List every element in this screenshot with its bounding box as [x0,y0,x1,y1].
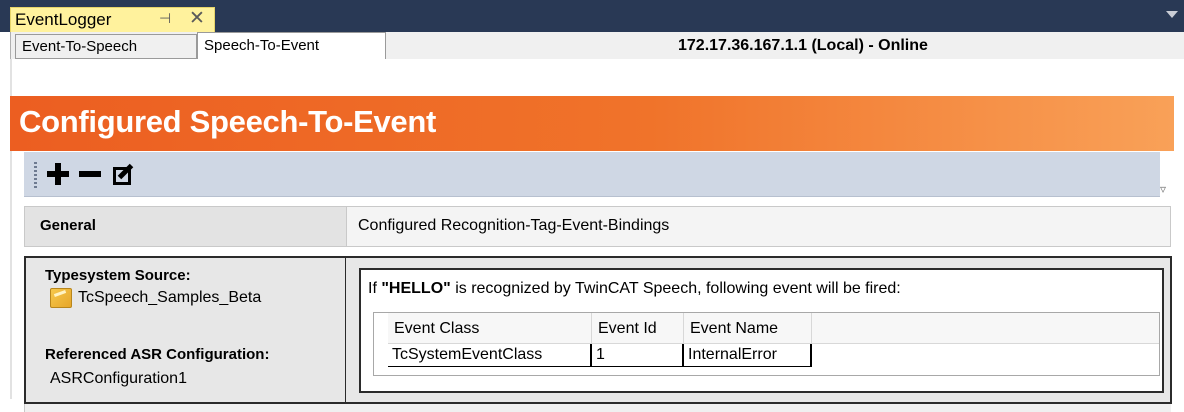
column-header-event-name[interactable]: Event Name [684,313,812,344]
cell-event-name[interactable]: InternalError [684,344,812,366]
cell-event-class[interactable]: TcSystemEventClass [388,344,592,366]
typesystem-source-label: Typesystem Source: [45,267,191,284]
connection-status: 172.17.36.167.1.1 (Local) - Online [678,37,928,54]
typesystem-icon [50,288,72,308]
asr-configuration-label: Referenced ASR Configuration: [45,346,270,363]
page-header: Configured Speech-To-Event [10,96,1174,151]
edit-button[interactable] [110,158,138,190]
minus-icon [79,171,101,177]
close-icon[interactable]: ✕ [189,7,205,30]
bindings-header: Configured Recognition-Tag-Event-Binding… [358,217,670,234]
edit-icon [113,163,135,185]
configuration-panel: Typesystem Source: TcSpeech_Samples_Beta… [24,256,346,404]
pin-icon[interactable]: ⊣ [159,10,171,27]
tab-speech-to-event[interactable]: Speech-To-Event [197,32,386,59]
binding-prefix: If [368,280,377,297]
toolbar-grip-icon[interactable] [34,162,37,188]
toolbar [24,152,1160,197]
column-header-filler [812,313,1159,344]
column-header-event-id[interactable]: Event Id [592,313,684,344]
document-tab-strip: EventLogger ⊣ ✕ [0,0,1184,32]
binding-description: If "HELLO" is recognized by TwinCAT Spee… [368,280,901,298]
bottom-strip [24,404,1171,412]
row-divider [388,366,812,367]
page-title: Configured Speech-To-Event [19,104,437,139]
dropdown-arrow-icon[interactable] [1166,11,1178,18]
general-category[interactable]: General [25,207,347,246]
document-tab-eventlogger[interactable]: EventLogger ⊣ ✕ [10,7,215,32]
binding-panel: If "HELLO" is recognized by TwinCAT Spee… [345,256,1172,404]
plus-icon [47,163,69,185]
binding-box: If "HELLO" is recognized by TwinCAT Spee… [359,268,1164,393]
binding-suffix: is recognized by TwinCAT Speech, followi… [455,280,901,297]
column-header-event-class[interactable]: Event Class [388,313,592,344]
tab-event-to-speech[interactable]: Event-To-Speech [15,34,197,59]
add-button[interactable] [44,158,72,190]
asr-configuration-value: ASRConfiguration1 [50,370,187,387]
event-table: Event Class Event Id Event Name TcSystem… [373,312,1160,376]
cell-event-id[interactable]: 1 [592,344,684,366]
typesystem-source-link[interactable]: TcSpeech_Samples_Beta [50,288,261,308]
editor-tabs: Event-To-Speech Speech-To-Event [10,32,1184,59]
recognition-tag: "HELLO" [381,280,451,297]
property-grid-header: General Configured Recognition-Tag-Event… [24,206,1171,247]
toolbar-overflow-icon[interactable]: ▿ [1160,182,1166,196]
remove-button[interactable] [76,158,104,190]
document-tab-title: EventLogger [15,10,112,29]
typesystem-source-value: TcSpeech_Samples_Beta [78,289,262,306]
